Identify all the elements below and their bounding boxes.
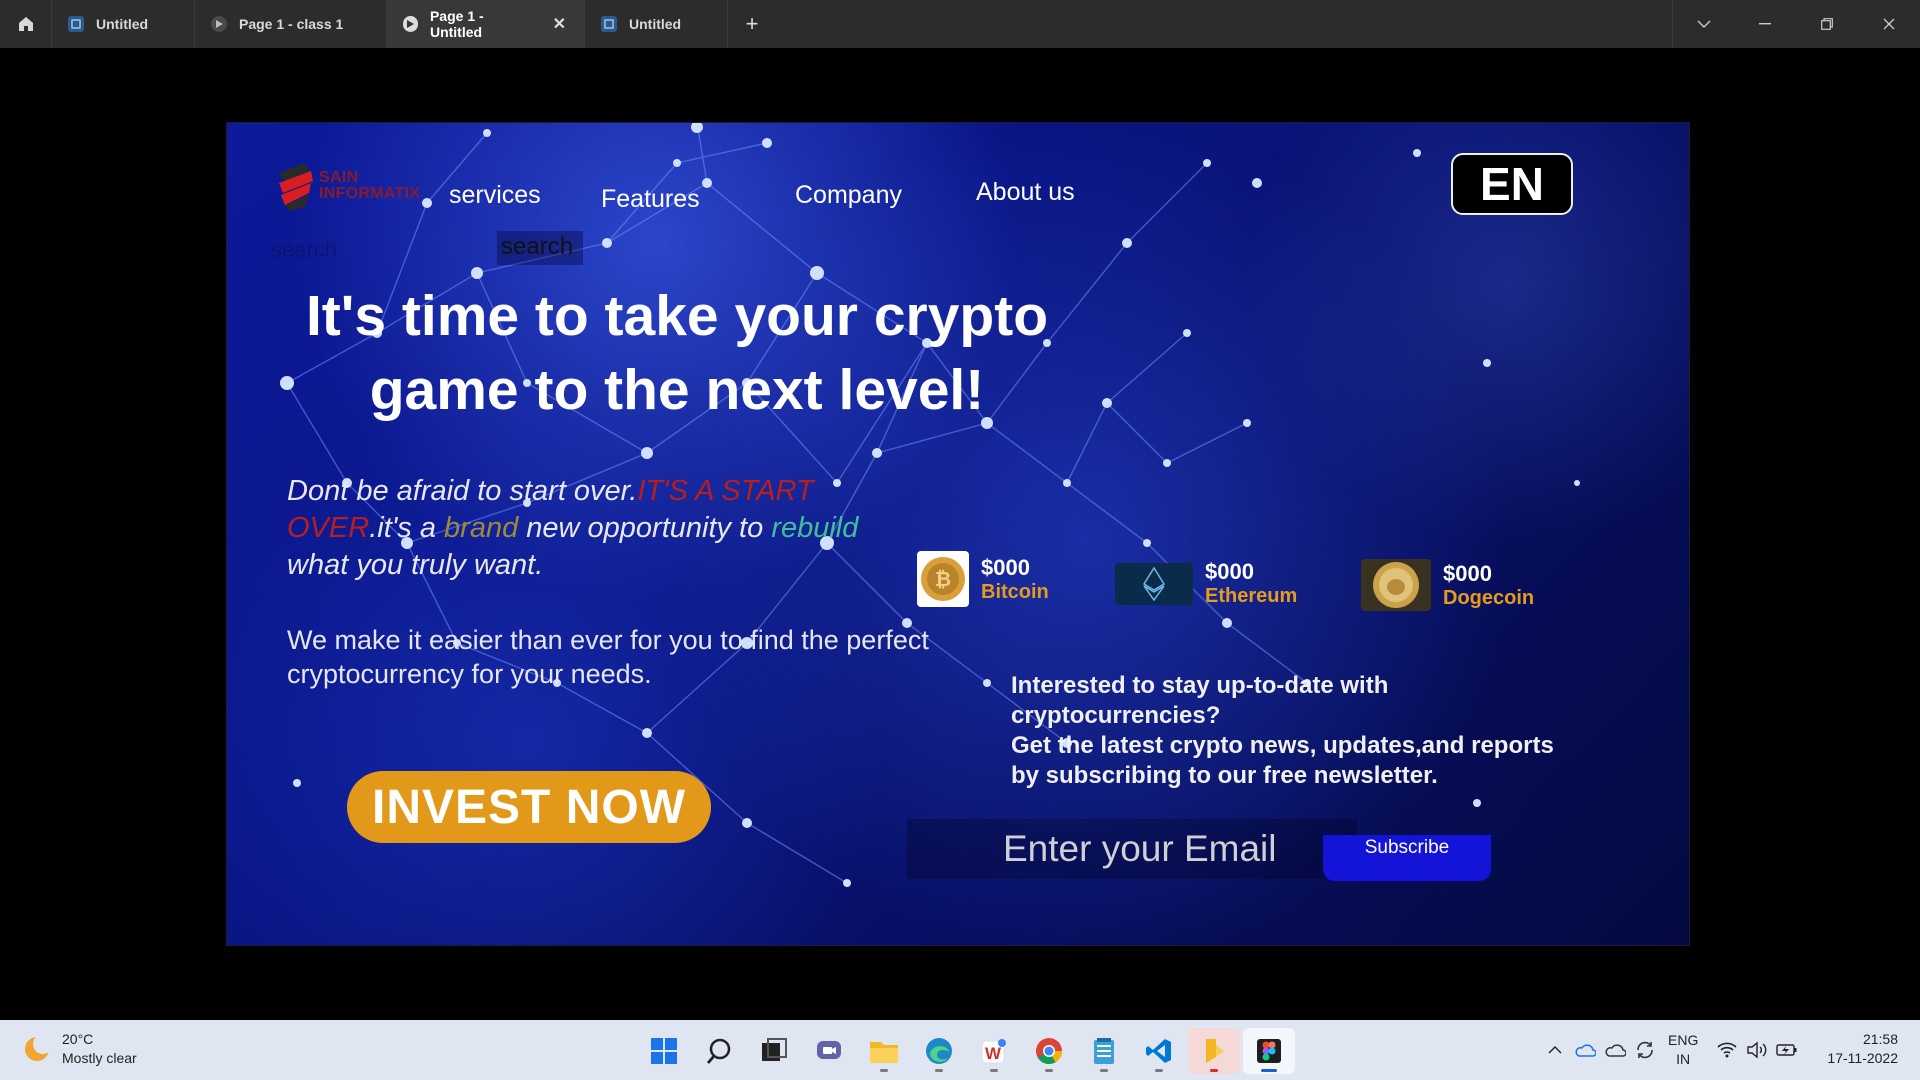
tab-label: Untitled bbox=[629, 16, 682, 32]
close-icon[interactable] bbox=[1858, 0, 1920, 48]
cloud-icon[interactable] bbox=[1600, 1030, 1630, 1070]
taskbar-chat[interactable] bbox=[803, 1028, 855, 1074]
chevron-down-icon[interactable] bbox=[1672, 0, 1734, 48]
close-tab-icon[interactable]: ✕ bbox=[553, 14, 566, 34]
dogecoin-price: $000 bbox=[1443, 560, 1492, 586]
notepad-icon bbox=[1094, 1038, 1114, 1064]
chrome-icon bbox=[1036, 1038, 1063, 1065]
home-icon bbox=[18, 17, 33, 31]
dogecoin-icon bbox=[1361, 559, 1431, 611]
chevron-up-icon[interactable] bbox=[1540, 1030, 1570, 1070]
tab-label: Page 1 - class 1 bbox=[239, 16, 344, 32]
subscribe-button[interactable]: Subscribe bbox=[1323, 835, 1491, 881]
bitcoin-icon: ₿ bbox=[917, 551, 969, 607]
restore-icon[interactable] bbox=[1796, 0, 1858, 48]
new-tab-button[interactable]: + bbox=[728, 0, 776, 48]
landing-page-frame[interactable]: SAIN INFORMATIX services Features Compan… bbox=[226, 122, 1690, 946]
taskbar-search[interactable] bbox=[693, 1028, 745, 1074]
taskbar-edge[interactable] bbox=[913, 1028, 965, 1074]
taskbar-figma[interactable] bbox=[1243, 1028, 1295, 1074]
taskbar-file-explorer[interactable] bbox=[858, 1028, 910, 1074]
weather-widget[interactable]: 20°C Mostly clear bbox=[22, 1030, 137, 1068]
language-indicator[interactable]: ENG IN bbox=[1668, 1031, 1698, 1069]
tagline: Dont be afraid to start over.IT'S A STAR… bbox=[287, 475, 859, 581]
tab-untitled-2[interactable]: Untitled bbox=[585, 0, 728, 48]
dogecoin-label: Dogecoin bbox=[1443, 586, 1535, 609]
play-icon bbox=[403, 16, 418, 32]
search-button[interactable]: search bbox=[497, 231, 583, 265]
wifi-icon[interactable] bbox=[1712, 1030, 1742, 1070]
taskbar-chrome[interactable] bbox=[1023, 1028, 1075, 1074]
language-button[interactable]: EN bbox=[1451, 153, 1573, 215]
window-controls bbox=[1672, 0, 1920, 48]
newsletter-text: Interested to stay up-to-date with crypt… bbox=[1011, 672, 1554, 789]
nav-company[interactable]: Company bbox=[795, 181, 902, 210]
coin-dogecoin[interactable]: $000 Dogecoin bbox=[1361, 559, 1534, 611]
start-button[interactable] bbox=[638, 1028, 690, 1074]
taskbar-task-view[interactable] bbox=[748, 1028, 800, 1074]
search-placeholder: search bbox=[271, 237, 338, 262]
taskbar-vscode[interactable] bbox=[1133, 1028, 1185, 1074]
task-view-icon bbox=[762, 1038, 787, 1061]
figma-file-icon bbox=[601, 16, 617, 32]
figma-icon bbox=[1257, 1039, 1281, 1063]
nav-services[interactable]: services bbox=[449, 181, 541, 210]
coin-bitcoin[interactable]: ₿ $000 Bitcoin bbox=[917, 551, 1049, 607]
search-icon bbox=[706, 1038, 731, 1064]
subtext: We make it easier than ever for you to f… bbox=[287, 625, 929, 689]
coin-ethereum[interactable]: $000 Ethereum bbox=[1115, 559, 1297, 608]
play-icon bbox=[211, 16, 227, 32]
home-button[interactable] bbox=[0, 0, 52, 48]
nav-about-us[interactable]: About us bbox=[976, 178, 1075, 207]
ethereum-icon bbox=[1115, 562, 1193, 605]
ethereum-price: $000 bbox=[1205, 559, 1254, 584]
taskbar: 20°C Mostly clear W ENG IN 21:58 17-11-2… bbox=[0, 1020, 1920, 1080]
tab-page1-untitled[interactable]: Page 1 - Untitled ✕ bbox=[387, 0, 585, 48]
email-field-container bbox=[907, 819, 1357, 879]
wps-icon: W bbox=[981, 1039, 1006, 1064]
volume-icon[interactable] bbox=[1742, 1030, 1772, 1070]
svg-text:W: W bbox=[985, 1044, 1002, 1063]
weather-status: Mostly clear bbox=[62, 1050, 137, 1066]
figma-file-icon bbox=[68, 16, 84, 32]
logo-mark-icon bbox=[279, 163, 313, 211]
logo-text: SAIN INFORMATIX bbox=[319, 169, 421, 202]
taskbar-wps[interactable]: W bbox=[968, 1028, 1020, 1074]
vscode-icon bbox=[1146, 1039, 1171, 1063]
svg-text:₿: ₿ bbox=[935, 569, 951, 591]
site-logo[interactable]: SAIN INFORMATIX bbox=[275, 161, 420, 211]
minimize-icon[interactable] bbox=[1734, 0, 1796, 48]
ethereum-label: Ethereum bbox=[1205, 585, 1298, 607]
email-field[interactable] bbox=[1003, 829, 1333, 869]
tab-label: Untitled bbox=[96, 16, 149, 32]
temperature: 20°C bbox=[62, 1031, 94, 1047]
start-icon bbox=[651, 1038, 677, 1064]
bitcoin-label: Bitcoin bbox=[981, 580, 1049, 603]
invest-now-button[interactable]: INVEST NOW bbox=[347, 771, 711, 843]
taskbar-folder-app[interactable] bbox=[1188, 1028, 1240, 1074]
system-clock[interactable]: 21:58 17-11-2022 bbox=[1827, 1030, 1898, 1068]
figma-canvas[interactable]: SAIN INFORMATIX services Features Compan… bbox=[0, 48, 1920, 1020]
file-explorer-icon bbox=[870, 1042, 898, 1063]
folder-app-icon bbox=[1206, 1039, 1224, 1063]
onedrive-icon[interactable] bbox=[1570, 1030, 1600, 1070]
tab-label: Page 1 - Untitled bbox=[429, 8, 484, 40]
edge-icon bbox=[926, 1038, 952, 1064]
chat-icon bbox=[817, 1041, 841, 1059]
tab-untitled-1[interactable]: Untitled bbox=[52, 0, 195, 48]
bitcoin-price: $000 bbox=[981, 554, 1030, 580]
tab-page1-class1[interactable]: Page 1 - class 1 bbox=[195, 0, 387, 48]
taskbar-notepad[interactable] bbox=[1078, 1028, 1130, 1074]
taskbar-apps: W bbox=[638, 1028, 1298, 1074]
battery-icon[interactable] bbox=[1772, 1030, 1802, 1070]
nav-features[interactable]: Features bbox=[601, 185, 700, 214]
title-bar: Untitled Page 1 - class 1 Page 1 - Untit… bbox=[0, 0, 1920, 48]
moon-icon bbox=[25, 1034, 52, 1061]
system-tray: ENG IN bbox=[1540, 1030, 1802, 1070]
hero-title: It's time to take your crypto game to th… bbox=[305, 284, 1049, 422]
sync-icon[interactable] bbox=[1630, 1030, 1660, 1070]
